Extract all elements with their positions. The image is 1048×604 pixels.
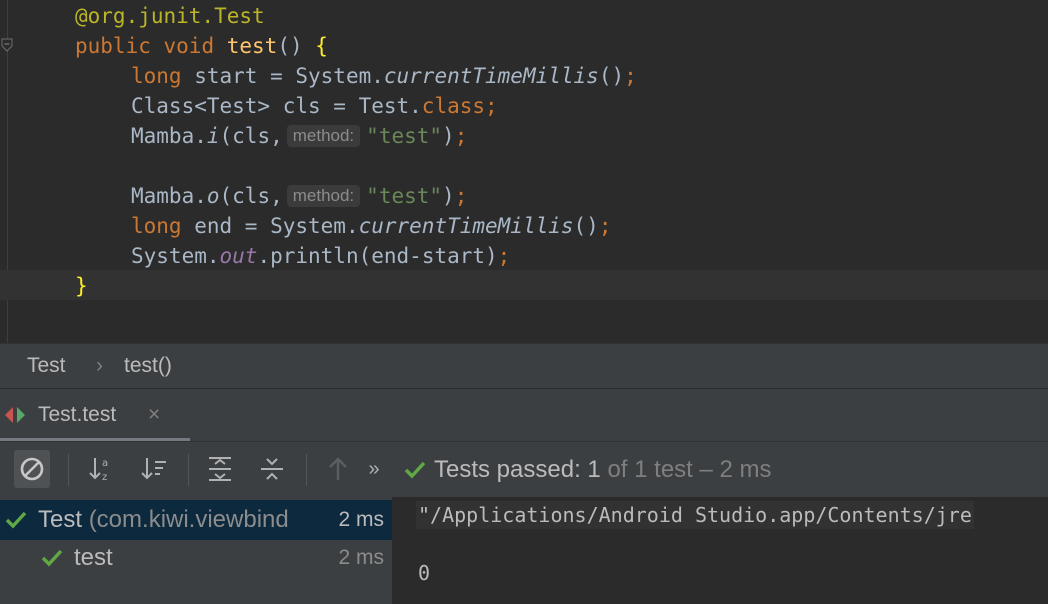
toolbar-separator <box>306 454 307 486</box>
code-text: Class<Test> cls = Test. <box>131 94 422 118</box>
svg-text:z: z <box>102 472 107 483</box>
check-icon <box>41 549 63 567</box>
parameter-hint: method: <box>286 125 361 147</box>
code-text: .println(end-start) <box>257 244 498 268</box>
code-text: Mamba. <box>131 184 207 208</box>
rerun-icon[interactable] <box>0 450 6 488</box>
toolbar-separator <box>188 454 189 486</box>
code-text: end = System. <box>181 214 359 238</box>
test-class-package: (com.kiwi.viewbind <box>88 506 289 533</box>
keyword-token: long <box>131 64 182 88</box>
code-text: ) <box>442 184 455 208</box>
close-tab-icon[interactable]: × <box>148 389 160 441</box>
semicolon-token: ; <box>454 124 468 148</box>
static-call-token: currentTimeMillis <box>358 214 574 238</box>
semicolon-token: ; <box>624 64 637 88</box>
toolbar-overflow-button[interactable]: » <box>356 450 392 488</box>
breadcrumb-separator: › <box>96 354 103 377</box>
code-text: ) <box>442 124 455 148</box>
code-text: Mamba. <box>131 124 207 148</box>
code-text: () <box>573 214 599 238</box>
code-text: start = System. <box>181 64 384 88</box>
keyword-token: class <box>421 94 486 118</box>
current-line-highlight <box>0 270 1048 300</box>
expand-all-button[interactable] <box>202 450 238 488</box>
code-text: (cls, <box>219 184 283 208</box>
run-tab-test[interactable]: Test.test × <box>0 389 190 442</box>
code-line-mamba-o[interactable]: Mamba.o(cls, method: "test"); <box>131 181 467 211</box>
code-text: () <box>598 64 625 88</box>
sort-alpha-icon: a z <box>89 458 108 483</box>
code-editor[interactable]: @org.junit.Test public void test() { lon… <box>0 0 1048 343</box>
annotation-token: @org.junit.Test <box>75 4 265 28</box>
test-duration: 2 ms <box>338 508 384 531</box>
static-call-token: i <box>206 124 220 148</box>
toolbar-separator <box>68 454 69 486</box>
sort-by-duration-button[interactable] <box>136 450 172 488</box>
passed-count: 1 <box>587 456 601 483</box>
brace-token: } <box>75 274 88 298</box>
test-status: Tests passed: 1 of 1 test – 2 ms <box>404 442 772 497</box>
parameter-hint: method: <box>286 185 361 207</box>
expand-all-icon <box>209 457 231 481</box>
sort-alphabetically-button[interactable]: a z <box>84 450 120 488</box>
console-command-line: "/Applications/Android Studio.app/Conten… <box>416 501 974 529</box>
check-icon <box>404 461 426 479</box>
status-prefix: Tests passed: <box>434 456 581 483</box>
tree-row-test-class[interactable]: Test (com.kiwi.viewbind 2 ms <box>0 500 392 540</box>
console-output[interactable]: "/Applications/Android Studio.app/Conten… <box>394 497 1048 604</box>
semicolon-token: ; <box>485 94 498 118</box>
run-tab-bar: Test.test × <box>0 388 1048 442</box>
fold-open-icon[interactable] <box>1 38 13 52</box>
test-duration: 2 ms <box>338 546 384 569</box>
run-tab-label: Test.test <box>38 403 117 426</box>
test-runner-toolbar: a z » Tests passed: 1 of 1 test – 2 ms <box>0 441 1048 497</box>
code-line-start[interactable]: long start = System.currentTimeMillis(); <box>131 61 637 91</box>
code-text: System. <box>131 244 220 268</box>
ignored-filter-icon <box>20 457 44 481</box>
test-tree: Test (com.kiwi.viewbind 2 ms test 2 ms <box>0 497 392 604</box>
method-name-token: test <box>226 34 278 58</box>
sort-duration-icon <box>141 458 166 480</box>
code-line-mamba-i[interactable]: Mamba.i(cls, method: "test"); <box>131 121 467 151</box>
arrow-up-icon <box>329 457 347 480</box>
string-token: "test" <box>366 184 443 208</box>
code-line-closing-brace[interactable]: } <box>75 271 88 301</box>
keyword-token: void <box>163 34 215 58</box>
breadcrumb-item-method[interactable]: test() <box>124 344 172 388</box>
breadcrumb: Test › test() <box>0 343 1048 388</box>
tree-item-label: Test (com.kiwi.viewbind <box>38 500 324 540</box>
tree-row-test-method[interactable]: test 2 ms <box>0 538 392 578</box>
static-field-token: out <box>219 244 258 268</box>
previous-failed-button[interactable] <box>320 450 356 488</box>
brace-token: { <box>315 34 328 58</box>
keyword-token: public <box>75 34 151 58</box>
status-suffix: of 1 test – 2 ms <box>607 456 772 483</box>
check-icon <box>5 511 27 529</box>
semicolon-token: ; <box>598 214 612 238</box>
console-output-line: 0 <box>418 561 431 585</box>
code-line-method-signature[interactable]: public void test() { <box>75 31 328 61</box>
test-class-name: Test <box>38 506 83 533</box>
keyword-token: long <box>131 214 182 238</box>
semicolon-token: ; <box>497 244 511 268</box>
collapse-all-icon <box>261 458 283 480</box>
string-token: "test" <box>366 124 443 148</box>
svg-text:a: a <box>102 458 108 469</box>
semicolon-token: ; <box>454 184 468 208</box>
junit-run-icon <box>5 407 25 423</box>
code-line-class[interactable]: Class<Test> cls = Test.class; <box>131 91 498 121</box>
show-ignored-button[interactable] <box>14 450 50 488</box>
code-line-println[interactable]: System.out.println(end-start); <box>131 241 510 271</box>
static-call-token: o <box>206 184 220 208</box>
code-line-end[interactable]: long end = System.currentTimeMillis(); <box>131 211 611 241</box>
collapse-all-button[interactable] <box>254 450 290 488</box>
static-call-token: currentTimeMillis <box>383 64 599 88</box>
code-text: (cls, <box>219 124 283 148</box>
code-line-annotation[interactable]: @org.junit.Test <box>75 1 265 31</box>
paren-token: () <box>277 34 303 58</box>
test-method-name: test <box>74 544 113 571</box>
breadcrumb-item-class[interactable]: Test <box>27 344 66 388</box>
